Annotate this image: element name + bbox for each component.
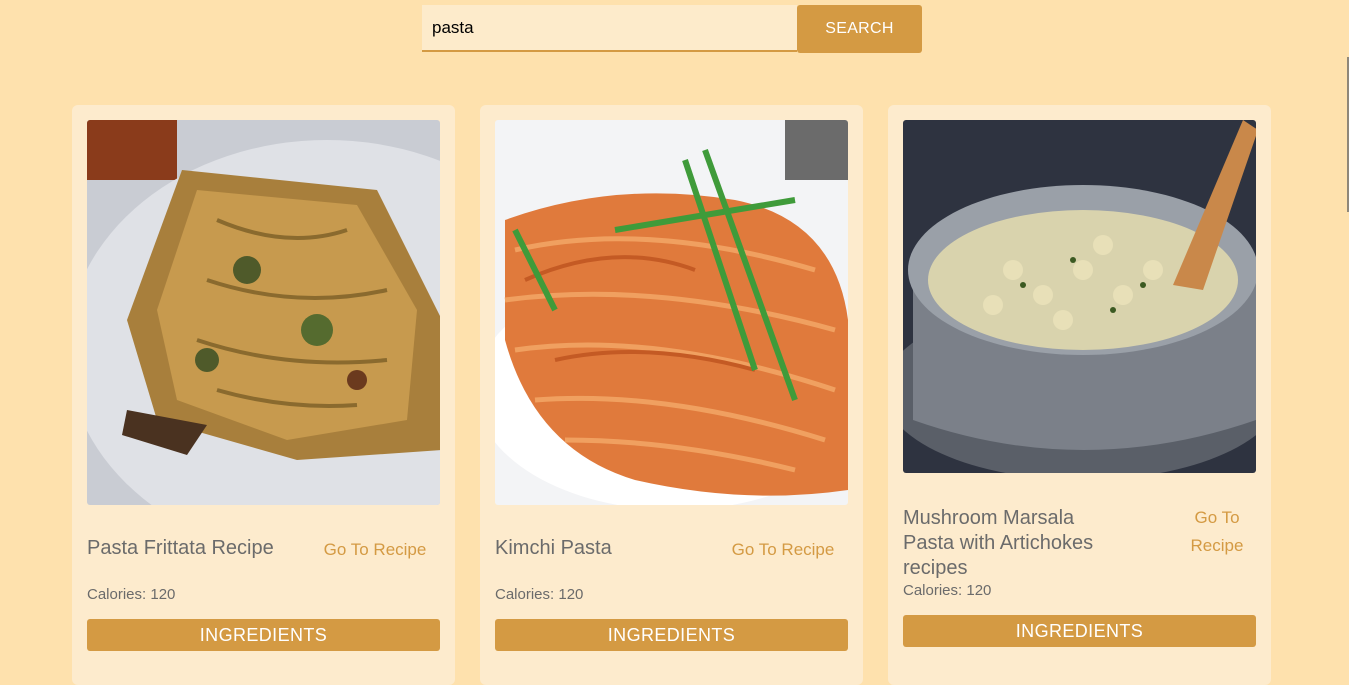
ingredients-button[interactable]: INGREDIENTS <box>495 619 848 651</box>
go-to-recipe-label: Go To Recipe <box>1190 508 1244 555</box>
recipe-image <box>903 120 1256 473</box>
recipe-image <box>495 120 848 505</box>
recipe-calories: Calories: 120 <box>495 586 584 603</box>
ingredients-button[interactable]: INGREDIENTS <box>87 619 440 651</box>
search-button[interactable]: SEARCH <box>797 5 922 53</box>
recipe-card: Kimchi Pasta Go To Recipe Calories: 120 … <box>480 105 863 685</box>
search-input[interactable] <box>422 5 797 52</box>
go-to-recipe-link[interactable]: Go To Recipe <box>1162 504 1272 560</box>
recipe-title: Pasta Frittata Recipe <box>87 537 274 559</box>
recipe-calories: Calories: 120 <box>903 582 992 599</box>
recipe-title: Kimchi Pasta <box>495 537 612 559</box>
ingredients-button[interactable]: INGREDIENTS <box>903 615 1256 647</box>
recipe-card: Pasta Frittata Recipe Go To Recipe Calor… <box>72 105 455 685</box>
recipe-image <box>87 120 440 505</box>
recipe-card: Mushroom Marsala Pasta with Artichokes r… <box>888 105 1271 685</box>
recipe-calories: Calories: 120 <box>87 586 176 603</box>
go-to-recipe-link[interactable]: Go To Recipe <box>728 536 838 564</box>
go-to-recipe-link[interactable]: Go To Recipe <box>320 536 430 564</box>
recipe-title: Mushroom Marsala Pasta with Artichokes r… <box>903 507 1094 579</box>
